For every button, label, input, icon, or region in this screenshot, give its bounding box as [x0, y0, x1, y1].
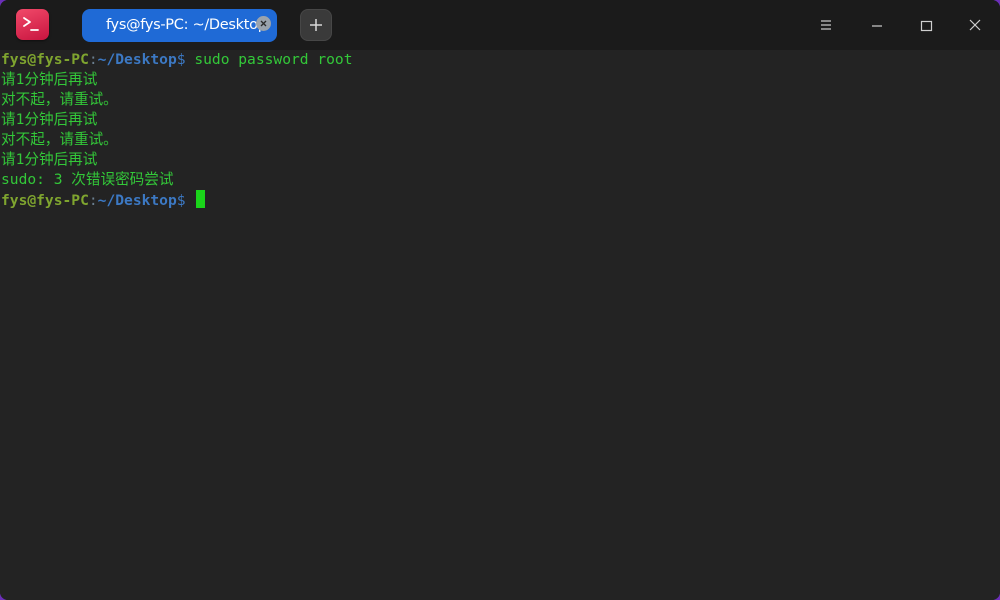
prompt-separator: :	[88, 192, 98, 209]
output-line: 请1分钟后再试	[1, 71, 98, 88]
prompt-dollar: $	[176, 51, 186, 68]
tab-label: fys@fys-PC: ~/Desktop	[106, 17, 267, 33]
titlebar: fys@fys-PC: ~/Desktop	[0, 0, 1000, 50]
output-line: sudo: 3 次错误密码尝试	[1, 171, 174, 188]
menu-button[interactable]	[811, 10, 841, 40]
prompt-command	[186, 192, 195, 209]
close-icon[interactable]	[256, 16, 271, 31]
terminal-window: fys@fys-PC: ~/Desktop fys@fys-PC:~/Deskt…	[0, 0, 1000, 600]
text-cursor	[196, 190, 206, 208]
prompt-dollar: $	[176, 192, 186, 209]
add-tab-button[interactable]	[300, 9, 332, 41]
maximize-button[interactable]	[911, 10, 941, 40]
tab-active[interactable]: fys@fys-PC: ~/Desktop	[82, 9, 277, 42]
prompt-path: ~/Desktop	[97, 51, 177, 68]
output-line: 请1分钟后再试	[1, 151, 98, 168]
prompt-user: fys@fys-PC	[1, 51, 89, 68]
output-line: 对不起，请重试。	[1, 131, 118, 148]
maximize-icon	[920, 20, 933, 32]
plus-icon	[310, 19, 322, 31]
terminal-output[interactable]: fys@fys-PC:~/Desktop$ sudo password root…	[0, 50, 1000, 600]
minimize-button[interactable]	[862, 10, 892, 40]
output-line: 请1分钟后再试	[1, 111, 98, 128]
terminal-icon[interactable]	[16, 9, 49, 40]
prompt-line: fys@fys-PC:~/Desktop$	[1, 190, 1000, 210]
prompt-user: fys@fys-PC	[1, 192, 89, 209]
output-line: 对不起，请重试。	[1, 91, 118, 108]
close-window-button[interactable]	[960, 10, 990, 40]
prompt-line: fys@fys-PC:~/Desktop$ sudo password root	[1, 50, 1000, 70]
prompt-path: ~/Desktop	[97, 192, 177, 209]
prompt-command: sudo password root	[185, 51, 353, 68]
prompt-separator: :	[88, 51, 98, 68]
minimize-icon	[872, 25, 882, 27]
hamburger-menu-icon	[821, 20, 831, 30]
close-icon	[969, 19, 981, 31]
